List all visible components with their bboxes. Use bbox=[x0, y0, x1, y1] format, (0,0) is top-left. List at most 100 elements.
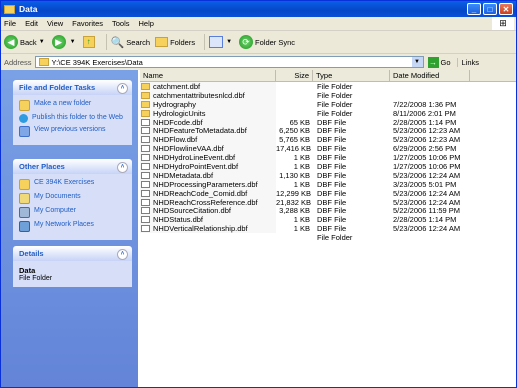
file-type: DBF File bbox=[317, 161, 347, 171]
menu-file[interactable]: File bbox=[4, 19, 16, 28]
up-button[interactable]: ↑ bbox=[82, 36, 97, 48]
file-type: DBF File bbox=[317, 144, 347, 154]
file-row[interactable]: HydrologicUnits File Folder 8/11/2006 2:01… bbox=[140, 108, 516, 118]
file-name-cell: NHDHydroLineEvent.dbf bbox=[140, 153, 276, 163]
toolbar-divider bbox=[204, 34, 206, 50]
folders-icon bbox=[155, 37, 169, 47]
file-row[interactable]: NHDProcessingParameters.dbf 1 KB DBF File 3… bbox=[140, 179, 516, 189]
file-type: File Folder bbox=[317, 81, 353, 91]
file-type: File Folder bbox=[317, 108, 353, 118]
file-row[interactable]: catchment.dbf File Folder bbox=[140, 81, 516, 91]
file-row[interactable]: catchmentattributesnlcd.dbf File Folder bbox=[140, 90, 516, 100]
chevron-down-icon: ▼ bbox=[69, 39, 76, 45]
place-ce394k-exercises[interactable]: CE 394K Exercises bbox=[19, 179, 126, 190]
file-date: 2/28/2005 1:14 PM bbox=[393, 215, 457, 225]
file-name: catchment.dbf bbox=[153, 81, 201, 91]
view-previous-versions-link[interactable]: View previous versions bbox=[19, 126, 126, 137]
file-size: 5,765 KB bbox=[279, 135, 310, 145]
new-folder-icon bbox=[19, 100, 30, 111]
panel-header[interactable]: File and Folder Tasks ˄ bbox=[13, 80, 132, 95]
place-my-network-places[interactable]: My Network Places bbox=[19, 221, 126, 232]
column-headers: Name Size Type Date Modified bbox=[140, 70, 516, 82]
collapse-icon[interactable]: ˄ bbox=[117, 249, 128, 260]
file-size: 12,299 KB bbox=[276, 188, 312, 198]
collapse-icon[interactable]: ˄ bbox=[117, 83, 128, 94]
file-type: DBF File bbox=[317, 170, 347, 180]
make-new-folder-link[interactable]: Make a new folder bbox=[19, 100, 126, 111]
file-row[interactable]: File Folder bbox=[140, 233, 516, 242]
address-label: Address bbox=[4, 57, 32, 67]
column-name[interactable]: Name bbox=[140, 70, 276, 81]
folder-icon bbox=[141, 82, 150, 90]
documents-icon bbox=[19, 193, 30, 204]
place-my-computer[interactable]: My Computer bbox=[19, 207, 126, 218]
file-name: NHDHydroLineEvent.dbf bbox=[153, 153, 236, 163]
publish-to-web-link[interactable]: Publish this folder to the Web bbox=[19, 114, 126, 123]
go-label: Go bbox=[440, 57, 451, 67]
minimize-button[interactable]: _ bbox=[467, 3, 481, 15]
file-type: DBF File bbox=[317, 126, 347, 136]
file-type: File Folder bbox=[317, 233, 353, 243]
file-row[interactable]: NHDReachCrossReference.dbf 21,832 KB DBF F… bbox=[140, 197, 516, 207]
collapse-icon[interactable]: ˄ bbox=[117, 162, 128, 173]
back-button[interactable]: ◀ Back ▼ bbox=[4, 35, 47, 49]
file-name: NHDVerticalRelationship.dbf bbox=[153, 224, 248, 234]
menu-tools[interactable]: Tools bbox=[112, 19, 130, 28]
folder-sync-button[interactable]: ⟳ Folder Sync bbox=[239, 35, 295, 49]
file-type: DBF File bbox=[317, 117, 347, 127]
file-name-cell: NHDStatus.dbf bbox=[140, 215, 276, 225]
file-row[interactable]: Hydrography File Folder 7/22/2008 1:36 PM bbox=[140, 99, 516, 109]
file-row[interactable]: NHDFlowlineVAA.dbf 17,416 KB DBF File 6/29/… bbox=[140, 144, 516, 154]
address-value: Y:\CE 394K Exercises\Data bbox=[51, 57, 143, 67]
go-button[interactable]: → Go bbox=[427, 56, 451, 68]
menu-edit[interactable]: Edit bbox=[25, 19, 38, 28]
menu-view[interactable]: View bbox=[47, 19, 63, 28]
file-row[interactable]: NHDStatus.dbf 1 KB DBF File 2/28/2005 1:14 … bbox=[140, 215, 516, 225]
file-row[interactable]: NHDMetadata.dbf 1,130 KB DBF File 5/23/2006… bbox=[140, 170, 516, 180]
file-row[interactable]: NHDReachCode_Comid.dbf 12,299 KB DBF File 5… bbox=[140, 188, 516, 198]
file-icon bbox=[141, 207, 150, 215]
folders-button[interactable]: Folders bbox=[155, 37, 195, 47]
up-folder-icon: ↑ bbox=[82, 36, 95, 48]
panel-header[interactable]: Details ˄ bbox=[13, 246, 132, 261]
search-button[interactable]: 🔍 Search bbox=[111, 36, 150, 49]
column-size[interactable]: Size bbox=[276, 70, 313, 81]
maximize-button[interactable]: □ bbox=[483, 3, 497, 15]
file-name: catchmentattributesnlcd.dbf bbox=[153, 90, 245, 100]
file-type: DBF File bbox=[317, 224, 347, 234]
close-button[interactable]: ✕ bbox=[499, 3, 513, 15]
file-name-cell: NHDMetadata.dbf bbox=[140, 170, 276, 180]
file-name: NHDReachCrossReference.dbf bbox=[153, 197, 258, 207]
file-row[interactable]: NHDFeatureToMetadata.dbf 6,250 KB DBF File… bbox=[140, 126, 516, 136]
views-button[interactable]: ▼ bbox=[209, 36, 234, 48]
place-my-documents[interactable]: My Documents bbox=[19, 193, 126, 204]
file-name: NHDFlow.dbf bbox=[153, 135, 198, 145]
file-date: 5/23/2006 12:24 AM bbox=[393, 224, 461, 234]
menu-help[interactable]: Help bbox=[139, 19, 154, 28]
panel-title: File and Folder Tasks bbox=[19, 83, 96, 92]
folder-sync-label: Folder Sync bbox=[255, 37, 296, 47]
file-name: NHDReachCode_Comid.dbf bbox=[153, 188, 248, 198]
menu-bar: File Edit View Favorites Tools Help ⊞ bbox=[1, 17, 516, 31]
file-row[interactable]: NHDSourceCitation.dbf 3,288 KB DBF File 5/2… bbox=[140, 206, 516, 216]
window-title: Data bbox=[19, 4, 38, 14]
forward-button[interactable]: ▶ ▼ bbox=[51, 35, 78, 49]
panel-header[interactable]: Other Places ˄ bbox=[13, 159, 132, 174]
address-input[interactable]: Y:\CE 394K Exercises\Data ▼ bbox=[34, 56, 424, 68]
file-name: NHDFlowlineVAA.dbf bbox=[153, 144, 224, 154]
file-row[interactable]: NHDFlow.dbf 5,765 KB DBF File 5/23/2006 12:… bbox=[140, 135, 516, 145]
file-row[interactable]: NHDVerticalRelationship.dbf 1 KB DBF File 5… bbox=[140, 224, 516, 234]
file-folder-tasks-panel: File and Folder Tasks ˄ Make a new folde… bbox=[13, 80, 132, 145]
links-button[interactable]: Links bbox=[456, 57, 479, 67]
file-row[interactable]: NHDHydroLineEvent.dbf 1 KB DBF File 1/27/20… bbox=[140, 153, 516, 163]
file-row[interactable]: NHDFcode.dbf 65 KB DBF File 2/28/2005 1:14 … bbox=[140, 117, 516, 127]
file-date: 3/23/2005 5:01 PM bbox=[393, 179, 457, 189]
column-type[interactable]: Type bbox=[313, 70, 390, 81]
file-row[interactable]: NHDHydroPointEvent.dbf 1 KB DBF File 1/27/2… bbox=[140, 161, 516, 171]
menu-favorites[interactable]: Favorites bbox=[72, 19, 103, 28]
folder-icon bbox=[141, 100, 150, 108]
chevron-down-icon[interactable]: ▼ bbox=[411, 57, 423, 67]
go-arrow-icon: → bbox=[427, 56, 439, 68]
file-type: File Folder bbox=[317, 99, 353, 109]
column-date-modified[interactable]: Date Modified bbox=[390, 70, 470, 81]
